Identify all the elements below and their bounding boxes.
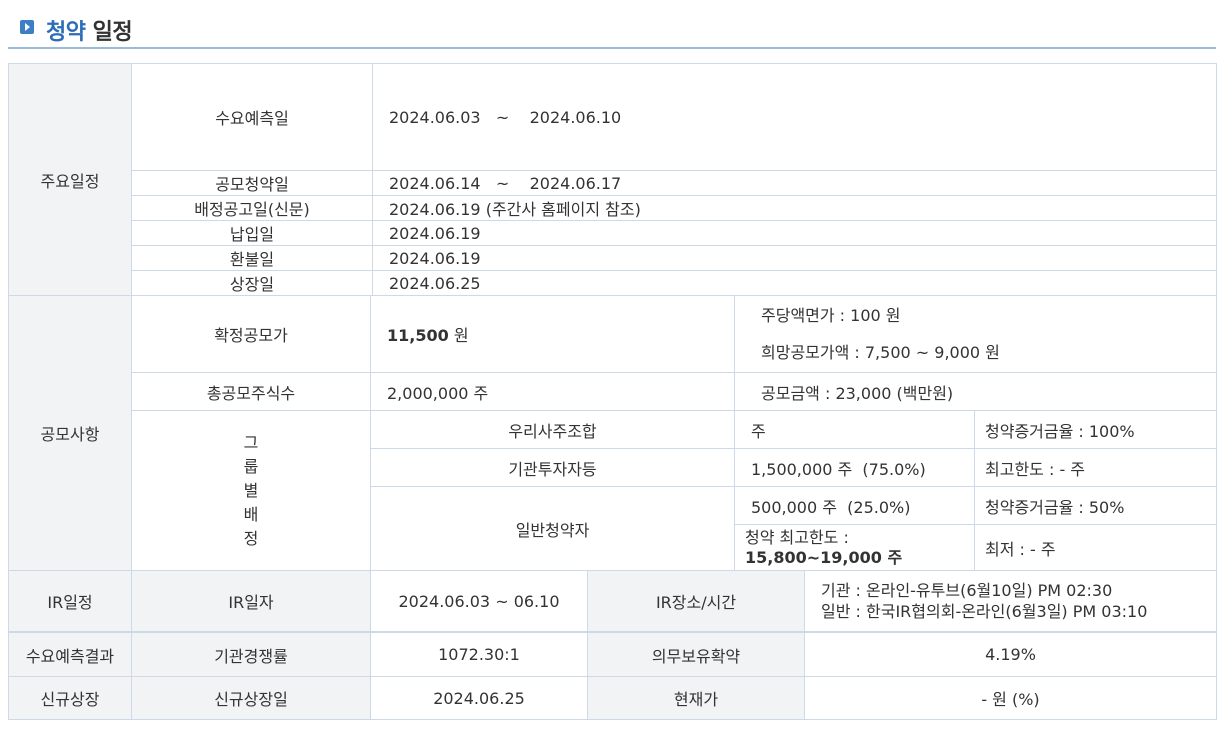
- section-header: 청약 일정: [0, 0, 1226, 50]
- current-price-label: 현재가: [587, 676, 805, 720]
- offering-amount: 공모금액 : 23,000 (백만원): [734, 372, 1217, 411]
- employee-label: 우리사주조합: [370, 410, 735, 449]
- listing-group-label: 신규상장: [8, 676, 132, 720]
- schedule-label-refund: 환불일: [131, 245, 373, 271]
- schedule-label-demand-forecast: 수요예측일: [131, 63, 373, 171]
- retail-label: 일반청약자: [370, 486, 735, 571]
- schedule-value-allocation-notice: 2024.06.19 (주간사 홈페이지 참조): [372, 195, 1217, 221]
- lockup-value: 4.19%: [804, 632, 1217, 677]
- schedule-value-demand-forecast: 2024.06.03 ~ 2024.06.10: [372, 63, 1217, 171]
- schedule-value-subscription: 2024.06.14 ~ 2024.06.17: [372, 170, 1217, 196]
- ir-date-value: 2024.06.03 ~ 06.10: [370, 570, 588, 632]
- price-info: 주당액면가 : 100 원 희망공모가액 : 7,500 ~ 9,000 원: [734, 295, 1217, 373]
- demand-group-label: 수요예측결과: [8, 632, 132, 677]
- demand-table: 수요예측결과 기관경쟁률 1072.30:1 의무보유확약 4.19%: [8, 632, 1217, 677]
- schedule-group-label: 주요일정: [8, 63, 132, 296]
- institution-limit: 최고한도 : - 주: [974, 448, 1217, 487]
- institution-label: 기관투자자등: [370, 448, 735, 487]
- institution-shares: 1,500,000 주 (75.0%): [734, 448, 975, 487]
- retail-shares: 500,000 주 (25.0%): [734, 486, 975, 525]
- total-shares-label: 총공모주식수: [131, 372, 371, 411]
- retail-min: 최저 : - 주: [974, 524, 1217, 571]
- ir-group-label: IR일정: [8, 570, 132, 632]
- retail-limit: 청약 최고한도 : 15,800~19,000 주: [734, 524, 975, 571]
- ir-date-label: IR일자: [131, 570, 371, 632]
- schedule-label-listing: 상장일: [131, 270, 373, 296]
- schedule-value-listing: 2024.06.25: [372, 270, 1217, 296]
- header-divider: [8, 47, 1216, 49]
- confirmed-price-unit: 원: [448, 326, 469, 345]
- listing-date-label: 신규상장일: [131, 676, 371, 720]
- confirmed-price-value: 11,500: [387, 326, 449, 345]
- total-shares-value: 2,000,000 주: [370, 372, 735, 411]
- lockup-label: 의무보유확약: [587, 632, 805, 677]
- current-price-value: - 원 (%): [804, 676, 1217, 720]
- group-allocation-label: 그 룹 별 배 정: [131, 410, 371, 571]
- schedule-table: 주요일정 수요예측일 2024.06.03 ~ 2024.06.10 공모청약일…: [8, 63, 1217, 296]
- confirmed-price-label: 확정공모가: [131, 295, 371, 373]
- ir-table: IR일정 IR일자 2024.06.03 ~ 06.10 IR장소/시간 기관 …: [8, 570, 1217, 632]
- hope-price: 희망공모가액 : 7,500 ~ 9,000 원: [761, 343, 1000, 362]
- employee-shares: 주: [734, 410, 975, 449]
- retail-deposit: 청약증거금율 : 50%: [974, 486, 1217, 525]
- competition-value: 1072.30:1: [370, 632, 588, 677]
- employee-deposit: 청약증거금율 : 100%: [974, 410, 1217, 449]
- retail-limit-label: 청약 최고한도 :: [745, 527, 849, 547]
- schedule-value-payment: 2024.06.19: [372, 220, 1217, 246]
- listing-date-value: 2024.06.25: [370, 676, 588, 720]
- offering-table: 공모사항 확정공모가 11,500 원 주당액면가 : 100 원 희망공모가액…: [8, 295, 1217, 571]
- offering-group-label: 공모사항: [8, 295, 132, 571]
- schedule-label-subscription: 공모청약일: [131, 170, 373, 196]
- schedule-value-refund: 2024.06.19: [372, 245, 1217, 271]
- par-value: 주당액면가 : 100 원: [761, 306, 901, 325]
- section-title: 청약 일정: [46, 20, 133, 45]
- ir-place-value: 기관 : 온라인-유투브(6월10일) PM 02:30 일반 : 한국IR협의…: [804, 570, 1217, 632]
- schedule-label-allocation-notice: 배정공고일(신문): [131, 195, 373, 221]
- schedule-label-payment: 납입일: [131, 220, 373, 246]
- ir-place-label: IR장소/시간: [587, 570, 805, 632]
- listing-table: 신규상장 신규상장일 2024.06.25 현재가 - 원 (%): [8, 676, 1217, 720]
- confirmed-price: 11,500 원: [370, 295, 735, 373]
- competition-label: 기관경쟁률: [131, 632, 371, 677]
- retail-limit-value: 15,800~19,000 주: [745, 547, 903, 567]
- section-bullet-icon: [20, 20, 34, 34]
